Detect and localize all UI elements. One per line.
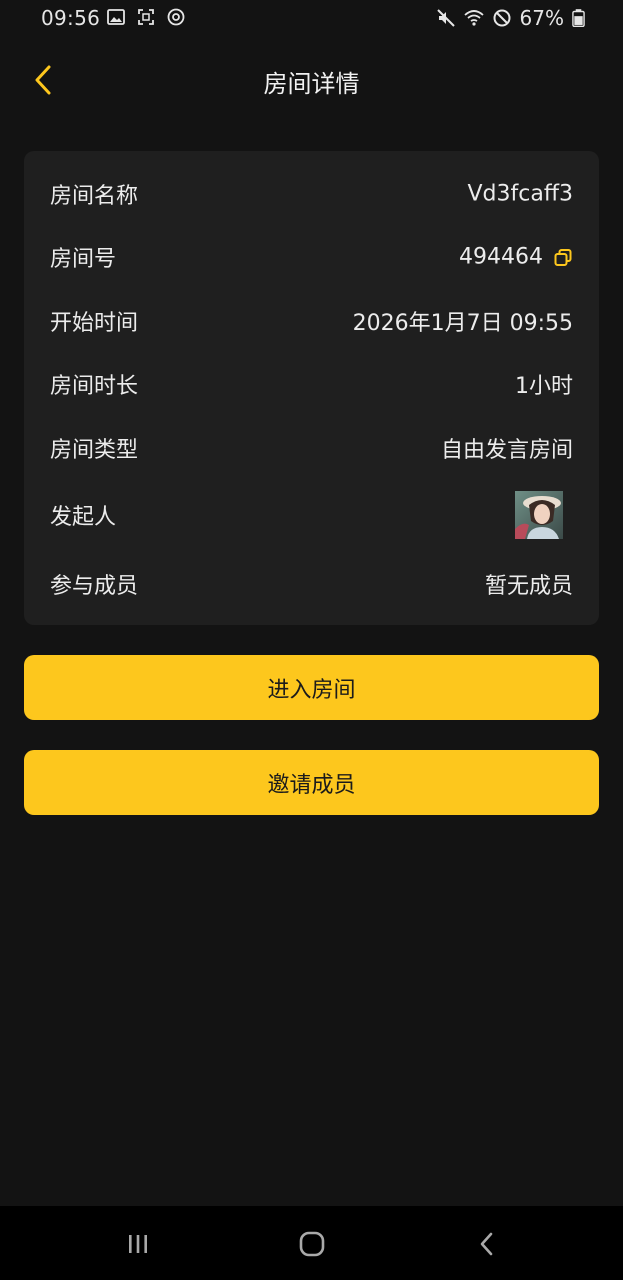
participants-label: 参与成员: [50, 574, 139, 599]
start-time-label: 开始时间: [50, 311, 139, 336]
room-type-row: 房间类型 自由发言房间: [24, 428, 599, 468]
mute-icon: [436, 9, 455, 27]
header: 房间详情: [0, 50, 623, 110]
room-type-label: 房间类型: [50, 438, 139, 463]
sync-icon: [167, 8, 185, 26]
start-time-value: 2026年1月7日 09:55: [352, 311, 573, 336]
home-button[interactable]: [292, 1226, 332, 1262]
back-icon: [480, 1232, 493, 1256]
status-time: 09:56: [41, 6, 101, 30]
image-icon: [107, 9, 125, 25]
enter-room-button[interactable]: 进入房间: [24, 655, 599, 720]
wifi-icon: [463, 10, 484, 26]
battery-icon: [572, 9, 585, 28]
room-type-value: 自由发言房间: [440, 438, 573, 463]
do-not-disturb-icon: [493, 9, 511, 27]
initiator-row: 发起人: [24, 491, 599, 539]
status-right: 67%: [436, 6, 585, 30]
page-title: 房间详情: [263, 70, 360, 98]
start-time-row: 开始时间 2026年1月7日 09:55: [24, 301, 599, 341]
recent-apps-icon: [129, 1235, 147, 1253]
copy-icon[interactable]: [553, 247, 573, 267]
participants-row: 参与成员 暂无成员: [24, 564, 599, 604]
status-left-icons: [106, 7, 186, 27]
nav-back-button[interactable]: [467, 1226, 507, 1262]
room-name-row: 房间名称 Vd3fcaff3: [24, 174, 599, 214]
room-info-card: 房间名称 Vd3fcaff3 房间号 494464 开始时间 2026年1月7日…: [24, 151, 599, 625]
initiator-label: 发起人: [50, 505, 117, 530]
room-name-label: 房间名称: [50, 184, 139, 209]
initiator-avatar[interactable]: [515, 491, 563, 539]
avatar-image: [515, 491, 563, 539]
system-nav-bar: [0, 1206, 623, 1280]
room-number-value: 494464: [459, 244, 543, 270]
duration-label: 房间时长: [50, 374, 139, 399]
room-number-row: 房间号 494464: [24, 237, 599, 277]
participants-value: 暂无成员: [484, 574, 573, 599]
room-number-value-group: 494464: [459, 245, 573, 270]
status-bar: 09:56 67%: [0, 0, 623, 36]
home-icon: [299, 1231, 325, 1257]
battery-percent: 67%: [519, 6, 564, 30]
duration-row: 房间时长 1小时: [24, 364, 599, 404]
duration-value: 1小时: [515, 374, 573, 399]
screen: 09:56 67% 房间详情 房间名称 Vd3fcaff3 房间号 494464…: [0, 0, 623, 1280]
invite-members-button[interactable]: 邀请成员: [24, 750, 599, 815]
recent-apps-button[interactable]: [118, 1226, 158, 1262]
room-name-value: Vd3fcaff3: [467, 181, 574, 207]
screenshot-icon: [138, 9, 154, 25]
room-number-label: 房间号: [50, 247, 117, 272]
